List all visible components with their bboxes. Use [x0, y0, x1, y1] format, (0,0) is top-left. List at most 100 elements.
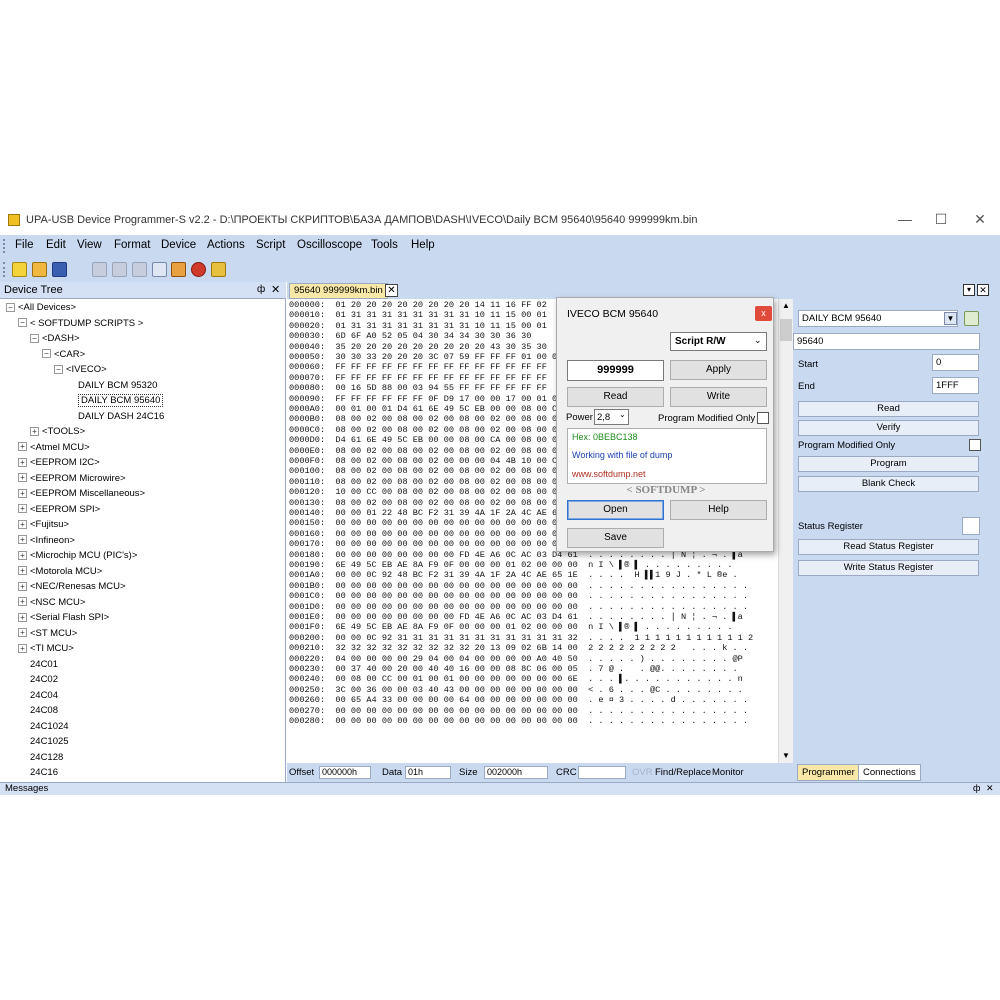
- read-button[interactable]: Read: [567, 387, 664, 407]
- expand-icon[interactable]: +: [18, 442, 27, 452]
- tree-item[interactable]: + <NEC/Renesas MCU>: [18, 580, 126, 594]
- program-modified-only-checkbox[interactable]: [969, 439, 981, 451]
- hex-row[interactable]: 000020: 01 31 31 31 31 31 31 31 31 10 11…: [289, 321, 547, 331]
- open-button[interactable]: Open: [567, 500, 664, 520]
- hex-row[interactable]: 0000F0: 08 00 02 00 08 00 02 00 00 00 04…: [289, 456, 562, 466]
- power-select[interactable]: 2,8 ⌄: [594, 409, 629, 425]
- hex-row[interactable]: 000230: 00 37 40 00 20 00 40 40 16 00 00…: [289, 664, 738, 674]
- mode-select[interactable]: Script R/W ⌄: [670, 332, 767, 351]
- close-window-button[interactable]: ✕: [970, 210, 990, 228]
- pin-icon[interactable]: ф: [257, 284, 265, 295]
- tree-item[interactable]: 24C08: [30, 704, 58, 718]
- expand-icon[interactable]: +: [18, 519, 27, 529]
- tree-item[interactable]: 24C16: [30, 766, 58, 780]
- tree-item[interactable]: DAILY BCM 95640: [78, 394, 164, 408]
- hex-row[interactable]: 000200: 00 00 0C 92 31 31 31 31 31 31 31…: [289, 633, 753, 643]
- tree-item[interactable]: + <EEPROM SPI>: [18, 503, 100, 517]
- hex-row[interactable]: 000000: 01 20 20 20 20 20 20 20 20 14 11…: [289, 300, 547, 310]
- tree-item[interactable]: 24C04: [30, 689, 58, 703]
- tree-item[interactable]: − <All Devices>: [6, 301, 76, 315]
- collapse-icon[interactable]: −: [42, 349, 51, 359]
- tree-item[interactable]: + <TOOLS>: [30, 425, 85, 439]
- hex-row[interactable]: 000030: 6D 6F A0 52 05 04 30 34 34 30 30…: [289, 331, 531, 341]
- tree-item[interactable]: + <NSC MCU>: [18, 596, 85, 610]
- hex-row[interactable]: 000250: 3C 00 36 00 00 03 40 43 00 00 00…: [289, 685, 743, 695]
- expand-icon[interactable]: +: [18, 643, 27, 653]
- write-button[interactable]: Write: [670, 387, 767, 407]
- hex-row[interactable]: 000240: 00 08 00 CC 00 01 00 01 00 00 00…: [289, 674, 743, 684]
- tree-item[interactable]: 24C1025: [30, 735, 69, 749]
- scroll-down-icon[interactable]: ▼: [782, 751, 790, 760]
- hex-row[interactable]: 000140: 00 00 01 22 48 BC F2 31 39 4A 1F…: [289, 508, 562, 518]
- menu-actions[interactable]: Actions: [207, 239, 245, 251]
- expand-icon[interactable]: +: [18, 597, 27, 607]
- expand-icon[interactable]: +: [18, 473, 27, 483]
- expand-icon[interactable]: +: [18, 550, 27, 560]
- copy-icon[interactable]: [112, 262, 127, 277]
- scroll-thumb[interactable]: [780, 319, 792, 341]
- blank-check-button[interactable]: Blank Check: [798, 476, 979, 492]
- hex-row[interactable]: 000010: 01 31 31 31 31 31 31 31 31 10 11…: [289, 310, 547, 320]
- expand-icon[interactable]: +: [30, 426, 39, 436]
- tree-item[interactable]: 24C01: [30, 658, 58, 672]
- hex-row[interactable]: 0001B0: 00 00 00 00 00 00 00 00 00 00 00…: [289, 581, 748, 591]
- collapse-icon[interactable]: −: [54, 364, 63, 374]
- hex-row[interactable]: 0000C0: 08 00 02 00 08 00 02 00 08 00 02…: [289, 425, 562, 435]
- tree-item[interactable]: + <EEPROM Miscellaneous>: [18, 487, 145, 501]
- hex-row[interactable]: 000060: FF FF FF FF FF FF FF FF FF FF FF…: [289, 362, 547, 372]
- hex-row[interactable]: 0001C0: 00 00 00 00 00 00 00 00 00 00 00…: [289, 591, 748, 601]
- collapse-icon[interactable]: −: [6, 302, 15, 312]
- expand-icon[interactable]: +: [18, 581, 27, 591]
- hex-row[interactable]: 000100: 08 00 02 00 08 00 02 00 08 00 02…: [289, 466, 562, 476]
- tree-item[interactable]: + <TI MCU>: [18, 642, 74, 656]
- hex-row[interactable]: 0001E0: 00 00 00 00 00 00 00 00 FD 4E A6…: [289, 612, 743, 622]
- program-icon[interactable]: [171, 262, 186, 277]
- expand-icon[interactable]: +: [18, 628, 27, 638]
- tree-item[interactable]: − <IVECO>: [54, 363, 107, 377]
- menu-view[interactable]: View: [77, 239, 102, 251]
- hex-row[interactable]: 0001D0: 00 00 00 00 00 00 00 00 00 00 00…: [289, 602, 748, 612]
- status-register-field[interactable]: [962, 517, 980, 535]
- hex-row[interactable]: 000090: FF FF FF FF FF FF 0F D9 17 00 00…: [289, 394, 562, 404]
- close-tab-icon[interactable]: ✕: [385, 284, 398, 297]
- program-button[interactable]: Program: [798, 456, 979, 472]
- read-button[interactable]: Read: [798, 401, 979, 417]
- help-button[interactable]: Help: [670, 500, 767, 520]
- scroll-up-icon[interactable]: ▲: [782, 301, 790, 310]
- debug-icon[interactable]: [191, 262, 206, 277]
- tree-item[interactable]: + <ST MCU>: [18, 627, 77, 641]
- close-panel-icon[interactable]: ✕: [271, 283, 280, 296]
- hex-row[interactable]: 000190: 6E 49 5C EB AE 8A F9 0F 00 00 00…: [289, 560, 733, 570]
- hex-row[interactable]: 000150: 00 00 00 00 00 00 00 00 00 00 00…: [289, 518, 562, 528]
- value-input[interactable]: 999999: [567, 360, 664, 381]
- save-button[interactable]: Save: [567, 528, 664, 548]
- menu-help[interactable]: Help: [411, 239, 435, 251]
- expand-icon[interactable]: +: [18, 457, 27, 467]
- hex-vertical-scrollbar[interactable]: ▲ ▼: [778, 299, 793, 763]
- read-status-register-button[interactable]: Read Status Register: [798, 539, 979, 555]
- tree-item[interactable]: + <EEPROM Microwire>: [18, 472, 126, 486]
- messages-close-icon[interactable]: ✕: [986, 783, 994, 794]
- hex-row[interactable]: 0000B0: 08 00 02 00 08 00 02 00 08 00 02…: [289, 414, 562, 424]
- collapse-icon[interactable]: −: [30, 333, 39, 343]
- hex-row[interactable]: 000260: 00 65 A4 33 00 00 00 00 64 00 00…: [289, 695, 748, 705]
- tree-item[interactable]: + <EEPROM I2C>: [18, 456, 100, 470]
- tree-item[interactable]: 24C02: [30, 673, 58, 687]
- expand-icon[interactable]: +: [18, 504, 27, 514]
- tab-programmer[interactable]: Programmer: [797, 764, 860, 781]
- tree-item[interactable]: + <Serial Flash SPI>: [18, 611, 109, 625]
- device-select[interactable]: DAILY BCM 95640 ▼: [798, 310, 958, 327]
- hex-row[interactable]: 000120: 10 00 CC 00 08 00 02 00 08 00 02…: [289, 487, 562, 497]
- menu-tools[interactable]: Tools: [371, 239, 398, 251]
- write-status-register-button[interactable]: Write Status Register: [798, 560, 979, 576]
- open-script-icon[interactable]: [964, 311, 979, 326]
- edit-icon[interactable]: [152, 262, 167, 277]
- cut-icon[interactable]: [92, 262, 107, 277]
- menu-edit[interactable]: Edit: [46, 239, 66, 251]
- tree-item[interactable]: + <Motorola MCU>: [18, 565, 102, 579]
- paste-icon[interactable]: [132, 262, 147, 277]
- hex-row[interactable]: 000220: 04 00 00 00 00 29 04 00 04 00 00…: [289, 654, 743, 664]
- tree-item[interactable]: − <DASH>: [30, 332, 80, 346]
- hex-row[interactable]: 000110: 08 00 02 00 08 00 02 00 08 00 02…: [289, 477, 562, 487]
- tree-item[interactable]: + <Infineon>: [18, 534, 75, 548]
